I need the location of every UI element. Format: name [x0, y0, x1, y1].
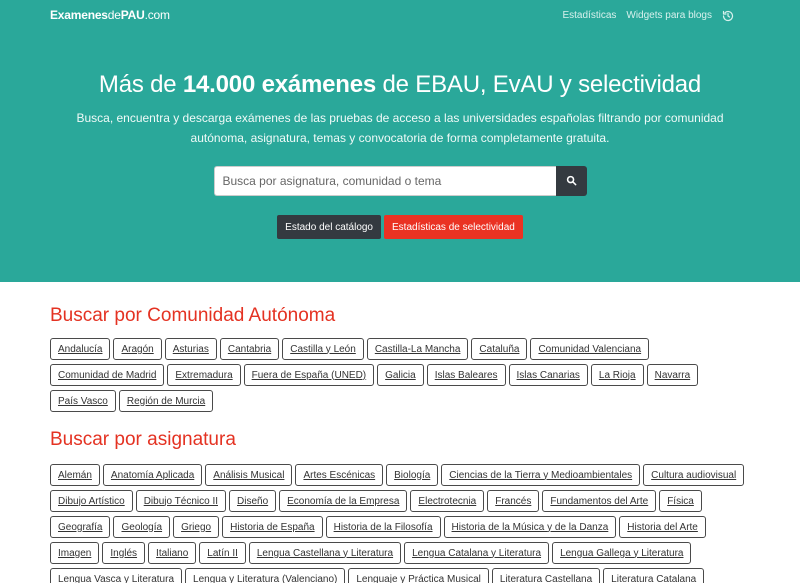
subjects-heading: Buscar por asignatura [50, 429, 236, 450]
nav-statistics-link[interactable]: Estadísticas [562, 10, 616, 21]
history-icon[interactable] [722, 9, 734, 22]
subject-tag[interactable]: Lengua y Literatura (Valenciano) [185, 568, 346, 583]
subject-tag[interactable]: Ciencias de la Tierra y Medioambientales [441, 464, 641, 486]
subject-tag[interactable]: Análisis Musical [205, 464, 293, 486]
subject-tag[interactable]: Lengua Vasca y Literatura [50, 568, 183, 583]
community-tag[interactable]: País Vasco [50, 390, 116, 412]
subject-tag[interactable]: Geografía [50, 516, 111, 538]
subject-tag[interactable]: Economía de la Empresa [279, 490, 408, 512]
community-tag[interactable]: Navarra [646, 364, 699, 386]
title-prefix: Más de [98, 71, 183, 98]
subject-tag[interactable]: Imagen [50, 542, 100, 564]
communities-heading: Buscar por Comunidad Autónoma [50, 305, 336, 326]
brand-part-4: .com [144, 8, 170, 22]
subject-tag[interactable]: Historia de la Filosofía [325, 516, 441, 538]
subject-tag[interactable]: Historia de la Música y de la Danza [443, 516, 617, 538]
subject-tag[interactable]: Lengua Catalana y Literatura [404, 542, 550, 564]
title-suffix: de EBAU, EvAU y selectividad [376, 71, 702, 98]
community-tag[interactable]: Cantabria [219, 338, 280, 360]
subject-tag[interactable]: Lengua Gallega y Literatura [552, 542, 692, 564]
community-tag[interactable]: Comunidad de Madrid [50, 364, 165, 386]
subject-tag[interactable]: Artes Escénicas [295, 464, 384, 486]
community-tag[interactable]: Castilla-La Mancha [366, 338, 469, 360]
subject-tag[interactable]: Literatura Catalana [603, 568, 705, 583]
site-logo[interactable]: ExamenesdePAU.com [50, 8, 170, 22]
main-content: Buscar por Comunidad Autónoma Andalucía A… [0, 282, 800, 583]
community-tag[interactable]: Aragón [113, 338, 162, 360]
search-icon [566, 174, 577, 189]
community-tag[interactable]: Extremadura [167, 364, 241, 386]
community-tag[interactable]: Comunidad Valenciana [530, 338, 650, 360]
subject-tag[interactable]: Italiano [148, 542, 197, 564]
community-tag[interactable]: Asturias [164, 338, 217, 360]
subject-tag[interactable]: Fundamentos del Arte [542, 490, 657, 512]
subject-tag[interactable]: Latín II [199, 542, 246, 564]
subject-tag[interactable]: Inglés [102, 542, 146, 564]
subject-tag[interactable]: Historia del Arte [619, 516, 706, 538]
community-tag[interactable]: Región de Murcia [118, 390, 214, 412]
community-tag-list: Andalucía Aragón Asturias Cantabria Castilla… [50, 338, 750, 412]
community-tag[interactable]: Islas Canarias [508, 364, 588, 386]
search-button[interactable] [555, 166, 587, 196]
community-tag[interactable]: Fuera de España (UNED) [243, 364, 375, 386]
catalog-status-button[interactable]: Estado del catálogo [277, 215, 381, 239]
subject-tag[interactable]: Alemán [50, 464, 100, 486]
community-tag[interactable]: Cataluña [471, 338, 528, 360]
brand-part-2: de [107, 8, 121, 22]
selectivity-stats-button[interactable]: Estadísticas de selectividad [384, 215, 523, 239]
nav-widgets-link[interactable]: Widgets para blogs [626, 10, 712, 21]
hero-buttons: Estado del catálogo Estadísticas de sele… [0, 215, 800, 239]
subject-tag[interactable]: Lengua Castellana y Literatura [248, 542, 402, 564]
subject-tag[interactable]: Literatura Castellana [491, 568, 601, 583]
community-tag[interactable]: Galicia [377, 364, 424, 386]
community-tag[interactable]: Andalucía [50, 338, 111, 360]
subject-tag[interactable]: Dibujo Artístico [50, 490, 133, 512]
community-tag[interactable]: Castilla y León [282, 338, 364, 360]
subject-tag[interactable]: Física [659, 490, 702, 512]
subject-tag[interactable]: Griego [173, 516, 220, 538]
subject-tag[interactable]: Diseño [229, 490, 277, 512]
search-input[interactable] [213, 166, 556, 196]
subject-tag[interactable]: Anatomía Aplicada [102, 464, 203, 486]
subject-tag[interactable]: Historia de España [222, 516, 323, 538]
hero-subtitle: Busca, encuentra y descarga exámenes de … [76, 111, 724, 145]
search-form [0, 166, 800, 196]
subject-tag[interactable]: Electrotecnia [410, 490, 485, 512]
page-title: Más de 14.000 exámenes de EBAU, EvAU y s… [0, 71, 800, 99]
top-nav-links: Estadísticas Widgets para blogs [562, 9, 734, 22]
top-navbar: ExamenesdePAU.com Estadísticas Widgets p… [0, 0, 800, 30]
subject-tag[interactable]: Biología [386, 464, 439, 486]
community-tag[interactable]: Islas Baleares [426, 364, 506, 386]
subject-tag[interactable]: Geología [113, 516, 171, 538]
subject-tag[interactable]: Dibujo Técnico II [135, 490, 226, 512]
community-tag[interactable]: La Rioja [590, 364, 644, 386]
subject-tag-list: Alemán Anatomía Aplicada Análisis Musical A… [50, 464, 750, 583]
hero-section: ExamenesdePAU.com Estadísticas Widgets p… [0, 0, 800, 282]
brand-part-1: Examenes [50, 8, 108, 22]
subject-tag[interactable]: Lenguaje y Práctica Musical [348, 568, 489, 583]
subject-tag[interactable]: Francés [487, 490, 540, 512]
brand-part-3: PAU [120, 8, 145, 22]
subject-tag[interactable]: Cultura audiovisual [643, 464, 745, 486]
title-highlight: 14.000 exámenes [182, 71, 377, 98]
